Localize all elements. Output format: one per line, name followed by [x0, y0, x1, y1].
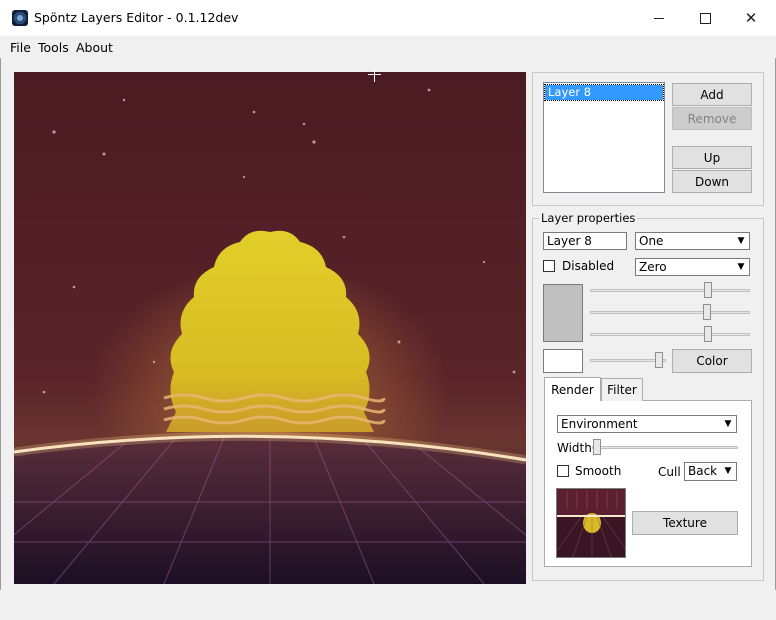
chevron-down-icon: ▼ [724, 466, 732, 476]
color-swatch[interactable] [543, 284, 583, 342]
texture-button[interactable]: Texture [632, 511, 738, 535]
color-button[interactable]: Color [672, 349, 752, 373]
app-logo-icon [12, 10, 28, 26]
width-slider-track [592, 446, 738, 449]
disabled-checkbox[interactable] [543, 260, 555, 272]
cull-value: Back [688, 464, 718, 478]
move-up-button[interactable]: Up [672, 146, 752, 169]
secondary-color-swatch[interactable] [543, 349, 583, 373]
move-down-button[interactable]: Down [672, 170, 752, 193]
tab-filter[interactable]: Filter [601, 378, 643, 401]
render-preview-image [14, 72, 526, 584]
slider-thumb-3[interactable] [704, 326, 712, 342]
layer-properties-legend: Layer properties [539, 211, 638, 225]
maximize-button[interactable] [682, 0, 728, 36]
menu-about[interactable]: About [76, 40, 113, 55]
maximize-icon [699, 12, 711, 24]
add-layer-button[interactable]: Add [672, 83, 752, 106]
width-label: Width [557, 441, 592, 455]
slider-track-1 [590, 289, 750, 292]
render-viewport[interactable] [14, 72, 526, 584]
render-mode-value: Environment [561, 417, 638, 431]
slider-track-3 [590, 333, 750, 336]
texture-thumbnail-image [557, 489, 625, 557]
blend-source-select[interactable]: One ▼ [635, 232, 750, 250]
texture-thumbnail [556, 488, 626, 558]
width-slider-thumb[interactable] [593, 439, 601, 455]
slider-thumb-1[interactable] [704, 282, 712, 298]
slider-thumb-2[interactable] [703, 304, 711, 320]
layer-list-item[interactable]: Layer 8 [544, 84, 664, 101]
cursor-crosshair-arm [368, 74, 381, 75]
layer-name-field[interactable]: Layer 8 [543, 232, 627, 250]
slider-track-2 [590, 311, 750, 314]
minimize-icon [654, 17, 664, 19]
window-title: Spöntz Layers Editor - 0.1.12dev [34, 10, 239, 25]
chevron-down-icon: ▼ [724, 419, 732, 429]
chevron-down-icon: ▼ [737, 262, 745, 272]
tab-render[interactable]: Render [544, 377, 601, 401]
render-mode-select[interactable]: Environment ▼ [557, 415, 737, 433]
cursor-crosshair-icon [374, 68, 375, 82]
smooth-checkbox[interactable] [557, 465, 569, 477]
cull-label: Cull [658, 465, 681, 479]
status-bar [0, 590, 776, 620]
menu-tools[interactable]: Tools [38, 40, 69, 55]
menu-bar [0, 36, 776, 58]
smooth-label: Smooth [575, 464, 622, 478]
blend-dest-select[interactable]: Zero ▼ [635, 258, 750, 276]
chevron-down-icon: ▼ [737, 236, 745, 246]
close-button[interactable]: ✕ [728, 0, 774, 36]
remove-layer-button[interactable]: Remove [672, 107, 752, 130]
opacity-slider-thumb[interactable] [655, 352, 663, 368]
close-icon: ✕ [744, 8, 758, 27]
minimize-button[interactable] [636, 0, 682, 36]
cull-select[interactable]: Back ▼ [684, 462, 737, 481]
blend-source-value: One [639, 234, 664, 248]
disabled-label: Disabled [562, 259, 615, 273]
blend-dest-value: Zero [639, 260, 667, 274]
menu-file[interactable]: File [10, 40, 31, 55]
